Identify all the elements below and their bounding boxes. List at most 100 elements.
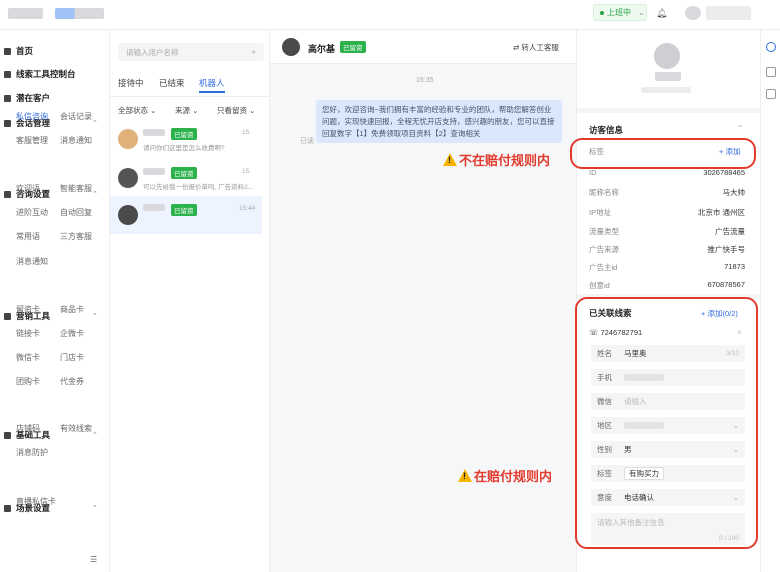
- sidebar-item[interactable]: 链接卡: [16, 328, 40, 339]
- section-icon: [4, 94, 11, 102]
- sidebar-item[interactable]: 微信卡: [16, 352, 40, 363]
- section-icon: [4, 431, 11, 439]
- search-placeholder: 请输入用户名称: [126, 47, 179, 57]
- conversation-time: 15:: [242, 168, 252, 175]
- tab-receiving[interactable]: 接待中: [118, 77, 144, 89]
- info-label: 广告主id: [589, 263, 618, 272]
- sidebar-item[interactable]: 进阶互动: [16, 207, 48, 218]
- sidebar-item[interactable]: 有效线索: [60, 423, 92, 434]
- info-label: IP地址: [589, 208, 612, 217]
- avatar: [118, 168, 138, 188]
- chevron-down-icon: ⌄: [638, 8, 645, 17]
- conversation-preview: 请问你们这里是怎么收费啊?: [143, 145, 225, 152]
- section-label: 潜在客户: [16, 93, 51, 103]
- sidebar-item[interactable]: 消息通知: [16, 256, 48, 267]
- read-receipt: 已读: [300, 138, 314, 145]
- conversation-panel: 请输入用户名称 ⌕ 接待中 已结束 机器人 全部状态 ⌄ 来源 ⌄ 只看留资 ⌄ …: [110, 30, 270, 572]
- conversation-item[interactable]: 已留资 15: 请问你们这里是怎么收费啊?: [110, 125, 262, 161]
- status-selector[interactable]: 上班中 ⌄: [593, 4, 647, 21]
- user-name: [706, 6, 751, 20]
- filter-source[interactable]: 来源 ⌄: [175, 105, 198, 116]
- sidebar-section[interactable]: 潜在客户: [4, 92, 50, 104]
- section-icon: [4, 190, 11, 198]
- sidebar-item[interactable]: 欢迎语: [16, 183, 40, 194]
- conversation-time: 15:44: [239, 205, 256, 212]
- sidebar-item[interactable]: 私信咨询: [16, 111, 48, 122]
- conversation-item-active[interactable]: 已留资 15:44: [110, 196, 262, 234]
- contact-name: [143, 129, 165, 136]
- tab-ended[interactable]: 已结束: [159, 77, 185, 89]
- collapse-icon[interactable]: ☰: [90, 555, 97, 564]
- chevron-up-icon[interactable]: ⌃: [737, 124, 744, 133]
- avatar: [118, 205, 138, 225]
- sidebar-item[interactable]: 店铺码: [16, 423, 40, 434]
- info-value: 北京市 通州区: [697, 208, 745, 217]
- sidebar-item[interactable]: 直播私信卡: [16, 496, 56, 507]
- sidebar-section[interactable]: 线索工具控制台: [4, 68, 76, 80]
- annotation-text: 在赔付规则内: [474, 469, 553, 484]
- section-label: 线索工具控制台: [16, 69, 76, 79]
- divider: [577, 108, 761, 113]
- transfer-label: 转人工客服: [521, 43, 559, 52]
- sidebar-item[interactable]: 企微卡: [60, 328, 84, 339]
- message-time: 15:35: [416, 77, 434, 84]
- status-badge: 已留资: [171, 167, 197, 179]
- filter-leads-only[interactable]: 只看留资 ⌄: [217, 105, 255, 116]
- tab-robot[interactable]: 机器人: [199, 77, 225, 89]
- section-icon: [4, 47, 11, 55]
- message-bubble: 您好，欢迎咨询~我们拥有丰富的经验和专业的团队，帮助您解答创业问题，实现快速回报…: [316, 100, 562, 143]
- info-label: 创意id: [589, 281, 610, 290]
- conversation-time: 15:: [242, 129, 252, 136]
- contact-name: [143, 168, 165, 175]
- brand-logo: [55, 8, 104, 19]
- status-badge: 已留资: [340, 41, 366, 53]
- chat-icon[interactable]: [766, 67, 776, 77]
- sidebar-item[interactable]: 消息通知: [60, 135, 92, 146]
- section-label: 首页: [16, 46, 34, 56]
- annotation-ring-leads: [575, 297, 758, 549]
- status-badge: 已留资: [171, 128, 197, 140]
- sidebar-item[interactable]: 三方客服: [60, 231, 92, 242]
- sidebar-item[interactable]: 智能客服: [60, 183, 92, 194]
- visitor-info-title: 访客信息: [589, 125, 624, 135]
- right-rail: [760, 30, 780, 572]
- sidebar-item[interactable]: 代金券: [60, 376, 84, 387]
- filter-status[interactable]: 全部状态 ⌄: [118, 105, 156, 116]
- annotation-not-covered: 不在赔付规则内: [443, 150, 550, 169]
- avatar: [282, 38, 300, 56]
- chevron-up-icon: ⌃: [92, 191, 98, 198]
- section-icon: [4, 504, 11, 512]
- profile-name: [655, 72, 681, 81]
- conversation-item[interactable]: 已留资 15: 可以先给我一份报价单吗, 广告资料2...: [110, 164, 262, 200]
- bell-icon[interactable]: 🔔︎: [656, 8, 667, 19]
- document-icon[interactable]: [766, 89, 776, 99]
- status-badge: 已留资: [171, 204, 197, 216]
- sidebar-item[interactable]: 门店卡: [60, 352, 84, 363]
- info-value: 推广快手号: [707, 245, 746, 254]
- search-input[interactable]: 请输入用户名称 ⌕: [118, 43, 264, 61]
- sidebar-item[interactable]: 商品卡: [60, 304, 84, 315]
- sidebar-item[interactable]: 团购卡: [16, 376, 40, 387]
- warning-icon: [443, 153, 457, 166]
- annotation-ring-tags: [570, 138, 756, 169]
- transfer-to-agent-button[interactable]: ⇄ 转人工客服: [513, 42, 559, 53]
- annotation-text: 不在赔付规则内: [459, 153, 551, 168]
- avatar[interactable]: [685, 6, 701, 20]
- conversation-preview: 可以先给我一份报价单吗, 广告资料2...: [143, 184, 254, 191]
- sidebar-item[interactable]: 常用语: [16, 231, 40, 242]
- sidebar-section[interactable]: 首页: [4, 45, 33, 57]
- search-icon: ⌕: [251, 47, 256, 56]
- status-label: 上班中: [607, 8, 631, 17]
- info-value: 广告流量: [715, 227, 745, 236]
- user-icon[interactable]: [766, 42, 776, 52]
- info-label: 昵称名称: [589, 188, 619, 197]
- sidebar-item[interactable]: 客服管理: [16, 135, 48, 146]
- sidebar-item[interactable]: 自动回复: [60, 207, 92, 218]
- profile-id: [641, 87, 691, 93]
- annotation-covered: 在赔付规则内: [458, 466, 552, 485]
- chevron-up-icon: ⌃: [92, 432, 98, 439]
- chevron-up-icon: ⌃: [92, 505, 98, 512]
- sidebar-item[interactable]: 消息防护: [16, 447, 48, 458]
- sidebar-item[interactable]: 会话记录: [60, 111, 92, 122]
- sidebar-item[interactable]: 留资卡: [16, 304, 40, 315]
